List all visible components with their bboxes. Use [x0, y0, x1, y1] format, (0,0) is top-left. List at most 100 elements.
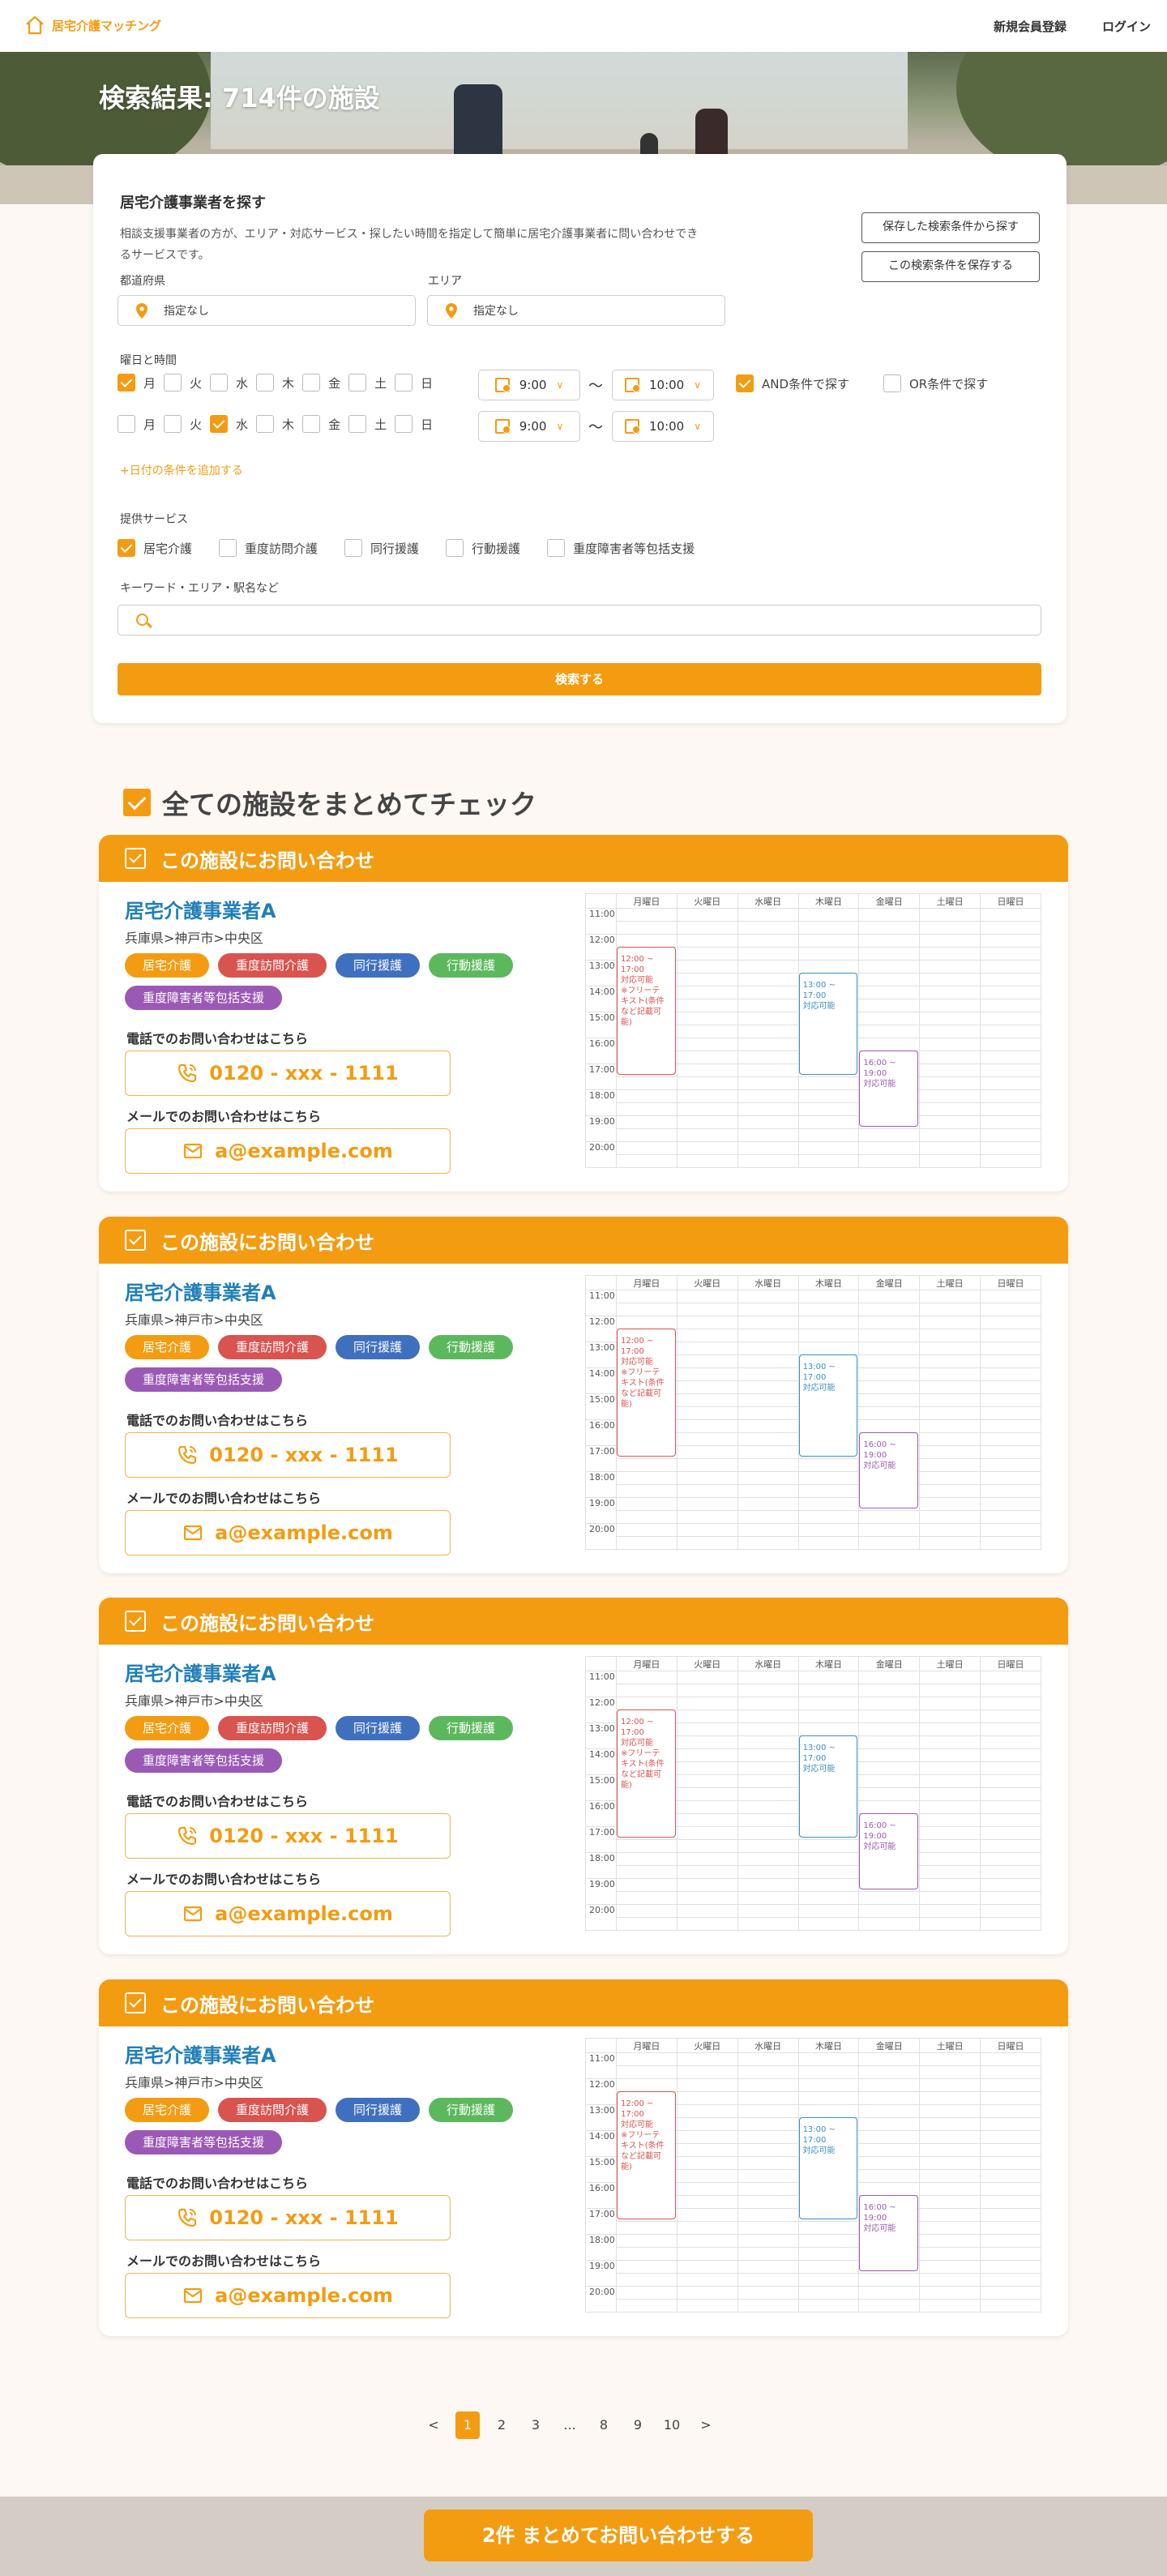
service-option[interactable]: 居宅介護 — [118, 539, 192, 557]
day-checkbox[interactable] — [302, 415, 321, 433]
check-all-checkbox[interactable] — [123, 789, 151, 816]
day-option[interactable]: 水 — [210, 374, 248, 392]
day-option[interactable]: 土 — [348, 374, 387, 392]
facility-inquiry-header[interactable]: この施設にお問い合わせ — [99, 1979, 1068, 2026]
day-checkbox[interactable] — [395, 415, 413, 433]
facility-inquiry-header[interactable]: この施設にお問い合わせ — [99, 1217, 1068, 1264]
pagination-page[interactable]: 2 — [489, 2411, 514, 2439]
and-condition-option[interactable]: AND条件で探す — [736, 374, 849, 392]
day-option[interactable]: 土 — [348, 415, 387, 433]
day-checkbox[interactable] — [256, 374, 275, 392]
facility-inquiry-header[interactable]: この施設にお問い合わせ — [99, 1598, 1068, 1645]
facility-checkbox[interactable] — [125, 1611, 146, 1632]
availability-slot[interactable]: 12:00 ~ 17:00 対応可能 ※フリーテ キスト(条件 など記載可 能) — [617, 947, 676, 1075]
day-checkbox[interactable] — [210, 374, 229, 392]
availability-slot[interactable]: 16:00 ~ 19:00 対応可能 — [859, 1813, 919, 1889]
availability-slot[interactable]: 13:00 ~ 17:00 対応可能 — [798, 1354, 858, 1457]
facility-name[interactable]: 居宅介護事業者A — [125, 2039, 276, 2068]
availability-slot[interactable]: 12:00 ~ 17:00 対応可能 ※フリーテ キスト(条件 など記載可 能) — [617, 1329, 676, 1457]
day-option[interactable]: 月 — [118, 415, 156, 433]
day-checkbox[interactable] — [348, 374, 367, 392]
service-option[interactable]: 重度訪問介護 — [219, 539, 318, 557]
mail-button[interactable]: a@example.com — [125, 2273, 451, 2318]
service-checkbox[interactable] — [344, 539, 363, 557]
facility-name[interactable]: 居宅介護事業者A — [125, 1277, 276, 1305]
service-option[interactable]: 同行援護 — [344, 539, 419, 557]
start-time-select-2[interactable]: 9:00 ∨ — [478, 411, 580, 442]
availability-slot[interactable]: 12:00 ~ 17:00 対応可能 ※フリーテ キスト(条件 など記載可 能) — [617, 1709, 676, 1838]
start-time-select-1[interactable]: 9:00 ∨ — [478, 370, 580, 400]
day-option[interactable]: 金 — [302, 374, 340, 392]
service-option[interactable]: 重度障害者等包括支援 — [547, 539, 695, 557]
availability-slot[interactable]: 16:00 ~ 19:00 対応可能 — [859, 1051, 919, 1127]
day-checkbox[interactable] — [164, 415, 182, 433]
pagination-next[interactable]: > — [694, 2411, 718, 2439]
service-checkbox[interactable] — [219, 539, 237, 557]
end-time-select-2[interactable]: 10:00 ∨ — [612, 411, 714, 442]
day-checkbox[interactable] — [395, 374, 413, 392]
add-date-condition-link[interactable]: +日付の条件を追加する — [120, 462, 243, 478]
day-option[interactable]: 水 — [210, 415, 248, 433]
facility-inquiry-header[interactable]: この施設にお問い合わせ — [99, 835, 1068, 882]
login-link[interactable]: ログイン — [1102, 18, 1151, 35]
service-checkbox[interactable] — [446, 539, 464, 557]
phone-button[interactable]: 0120 - xxx - 1111 — [125, 1051, 451, 1096]
availability-slot[interactable]: 13:00 ~ 17:00 対応可能 — [798, 2117, 858, 2219]
facility-name[interactable]: 居宅介護事業者A — [125, 1658, 276, 1686]
day-option[interactable]: 火 — [164, 374, 202, 392]
service-checkbox[interactable] — [118, 539, 135, 557]
availability-slot[interactable]: 12:00 ~ 17:00 対応可能 ※フリーテ キスト(条件 など記載可 能) — [617, 2091, 676, 2219]
area-select[interactable]: 指定なし — [427, 295, 725, 326]
facility-checkbox[interactable] — [125, 848, 146, 869]
day-option[interactable]: 木 — [256, 415, 294, 433]
day-checkbox[interactable] — [164, 374, 182, 392]
availability-slot[interactable]: 13:00 ~ 17:00 対応可能 — [798, 1735, 858, 1838]
pagination-prev[interactable]: < — [421, 2411, 446, 2439]
mail-button[interactable]: a@example.com — [125, 1891, 451, 1936]
end-time-select-1[interactable]: 10:00 ∨ — [612, 370, 714, 400]
pagination-page[interactable]: 8 — [592, 2411, 616, 2439]
availability-slot[interactable]: 16:00 ~ 19:00 対応可能 — [859, 1432, 919, 1508]
bulk-inquiry-button[interactable]: 2件 まとめてお問い合わせする — [424, 2510, 813, 2561]
phone-button[interactable]: 0120 - xxx - 1111 — [125, 2195, 451, 2240]
service-option[interactable]: 行動援護 — [446, 539, 520, 557]
saved-conditions-button[interactable]: 保存した検索条件から探す — [861, 212, 1040, 243]
availability-slot[interactable]: 13:00 ~ 17:00 対応可能 — [798, 973, 858, 1075]
day-option[interactable]: 金 — [302, 415, 340, 433]
pagination-page[interactable]: 1 — [455, 2411, 480, 2439]
mail-button[interactable]: a@example.com — [125, 1128, 451, 1174]
keyword-input[interactable] — [118, 605, 1041, 635]
phone-button[interactable]: 0120 - xxx - 1111 — [125, 1813, 451, 1859]
save-conditions-button[interactable]: この検索条件を保存する — [861, 251, 1040, 282]
search-button[interactable]: 検索する — [118, 663, 1041, 695]
day-option[interactable]: 月 — [118, 374, 156, 392]
facility-checkbox[interactable] — [125, 1230, 146, 1251]
prefecture-select[interactable]: 指定なし — [118, 295, 416, 326]
availability-slot[interactable]: 16:00 ~ 19:00 対応可能 — [859, 2195, 919, 2271]
schedule-cell — [676, 1051, 738, 1064]
day-option[interactable]: 日 — [395, 374, 433, 392]
service-checkbox[interactable] — [547, 539, 566, 557]
and-checkbox[interactable] — [736, 374, 754, 392]
day-option[interactable]: 木 — [256, 374, 294, 392]
register-link[interactable]: 新規会員登録 — [994, 18, 1067, 35]
day-option[interactable]: 火 — [164, 415, 202, 433]
day-checkbox[interactable] — [302, 374, 321, 392]
day-checkbox[interactable] — [210, 415, 229, 433]
day-checkbox[interactable] — [348, 415, 367, 433]
pagination-page[interactable]: 10 — [660, 2411, 684, 2439]
day-checkbox[interactable] — [118, 415, 135, 433]
pagination-page[interactable]: 9 — [626, 2411, 650, 2439]
logo[interactable]: 居宅介護マッチング — [24, 15, 161, 36]
day-checkbox[interactable] — [256, 415, 275, 433]
or-checkbox[interactable] — [883, 374, 901, 392]
facility-checkbox[interactable] — [125, 1992, 146, 2013]
mail-button[interactable]: a@example.com — [125, 1510, 451, 1555]
phone-button[interactable]: 0120 - xxx - 1111 — [125, 1432, 451, 1478]
check-all[interactable]: 全ての施設をまとめてチェック — [123, 783, 536, 822]
pagination-page[interactable]: 3 — [524, 2411, 548, 2439]
or-condition-option[interactable]: OR条件で探す — [883, 374, 988, 392]
facility-name[interactable]: 居宅介護事業者A — [125, 895, 276, 923]
day-checkbox[interactable] — [118, 374, 135, 392]
day-option[interactable]: 日 — [395, 415, 433, 433]
